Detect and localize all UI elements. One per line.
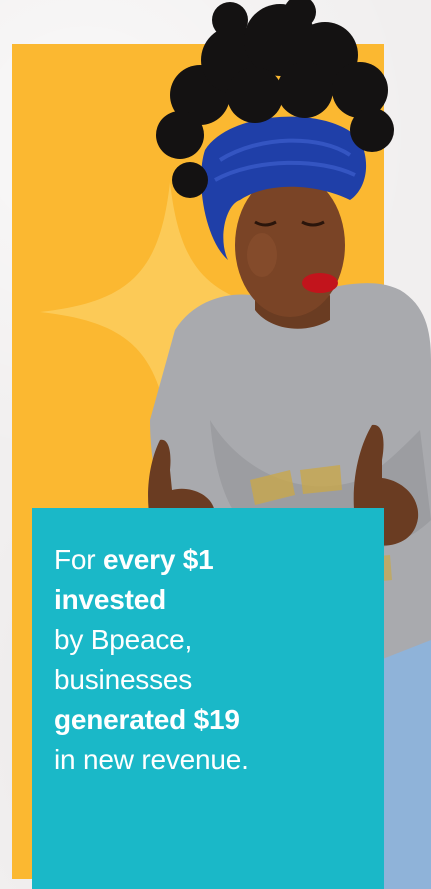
stat-line-3: by Bpeace, bbox=[54, 624, 193, 655]
lips bbox=[302, 273, 338, 293]
stat-line-4: businesses bbox=[54, 664, 193, 695]
stat-line-5: generated $19 bbox=[54, 704, 240, 735]
stat-line-6: in new revenue. bbox=[54, 744, 249, 775]
stat-line-2: invested bbox=[54, 584, 166, 615]
impact-stat-card: For every $1 invested by Bpeace, busines… bbox=[32, 508, 384, 889]
stat-line-1: For every $1 bbox=[54, 544, 214, 575]
